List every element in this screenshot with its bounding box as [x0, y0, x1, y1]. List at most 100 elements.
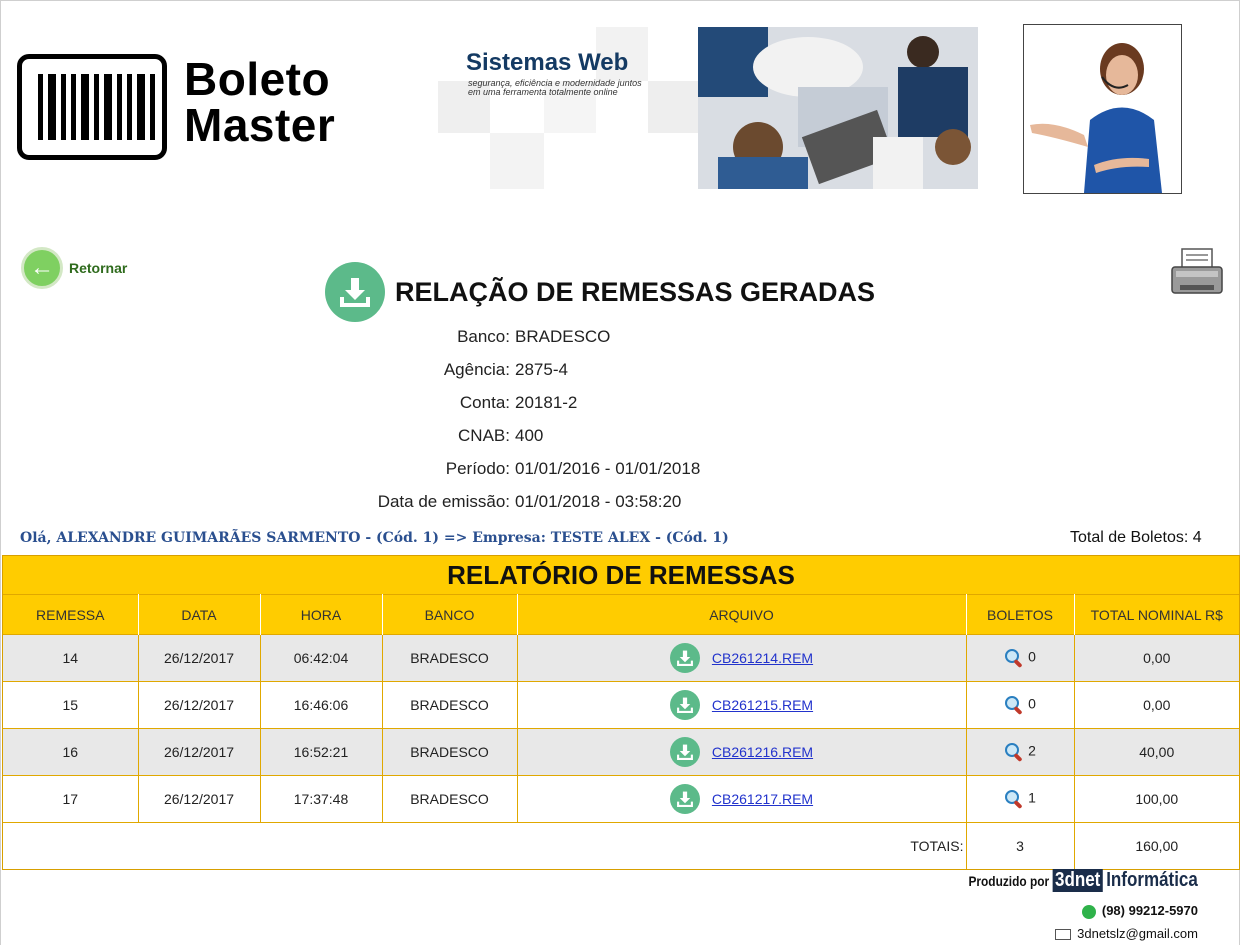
info-row: Conta: 20181-2	[0, 393, 1244, 426]
page-title: RELAÇÃO DE REMESSAS GERADAS	[395, 276, 876, 307]
boletos-count: 0	[1028, 648, 1036, 665]
download-icon[interactable]	[669, 737, 700, 767]
info-key: Período:	[445, 459, 510, 478]
cell-boletos: 0	[966, 634, 1075, 682]
produced-by: Produzido por 3dnet Informática	[969, 869, 1198, 892]
cell-remessa: 15	[3, 681, 139, 729]
banner-subtitle: segurança, eficiência e modernidade junt…	[468, 78, 642, 97]
user-greeting: Olá, ALEXANDRE GUIMARÃES SARMENTO - (Cód…	[20, 530, 729, 546]
envelope-icon	[1055, 929, 1072, 941]
back-label: Retornar	[69, 260, 128, 276]
email-address: 3dnetslz@gmail.com	[1077, 926, 1198, 941]
table-row: 17 26/12/2017 17:37:48 BRADESCO CB261217…	[3, 775, 1239, 823]
info-row: Data de emissão: 01/01/2018 - 03:58:20	[0, 492, 1244, 525]
cell-total: 0,00	[1074, 681, 1239, 729]
info-value: 400	[515, 426, 544, 445]
totals-row: TOTAIS: 3 160,00	[3, 822, 1239, 869]
col-boletos: BOLETOS	[966, 594, 1075, 635]
company-logo-rest: Informática	[1106, 869, 1198, 891]
cell-total: 40,00	[1074, 728, 1239, 776]
col-remessa: REMESSA	[3, 594, 139, 635]
col-hora: HORA	[260, 594, 383, 635]
file-link[interactable]: CB261217.REM	[712, 791, 813, 807]
cell-banco: BRADESCO	[382, 728, 518, 776]
file-link[interactable]: CB261216.REM	[712, 744, 813, 760]
cell-total: 0,00	[1074, 634, 1239, 682]
remessas-table: REMESSA DATA HORA BANCO ARQUIVO BOLETOS …	[3, 594, 1239, 869]
table-row: 15 26/12/2017 16:46:06 BRADESCO CB261215…	[3, 681, 1239, 729]
info-key: Banco:	[457, 327, 510, 346]
totals-label: TOTAIS:	[3, 822, 967, 869]
cell-boletos: 1	[966, 775, 1075, 823]
cell-data: 26/12/2017	[138, 775, 261, 823]
cell-hora: 17:37:48	[260, 775, 383, 823]
cell-arquivo: CB261214.REM	[517, 634, 967, 682]
cell-banco: BRADESCO	[382, 681, 518, 729]
download-icon[interactable]	[669, 643, 700, 673]
report-title: RELATÓRIO DE REMESSAS	[3, 556, 1239, 594]
info-row: Banco: BRADESCO	[0, 327, 1244, 360]
magnifier-icon[interactable]	[1004, 742, 1024, 762]
download-icon[interactable]	[669, 784, 700, 814]
cell-hora: 06:42:04	[260, 634, 383, 682]
info-key: Data de emissão:	[377, 492, 510, 511]
banner-title: Sistemas Web	[466, 49, 629, 76]
boleto-master-logo: Boleto Master	[17, 52, 357, 166]
boletos-count: 1	[1028, 789, 1036, 806]
magnifier-icon[interactable]	[1004, 789, 1024, 809]
col-banco: BANCO	[382, 594, 518, 635]
whatsapp-icon	[1081, 904, 1096, 919]
table-header-row: REMESSA DATA HORA BANCO ARQUIVO BOLETOS …	[3, 594, 1239, 635]
page-heading: RELAÇÃO DE REMESSAS GERADAS	[325, 262, 875, 322]
info-value: 20181-2	[515, 393, 578, 412]
info-value: 01/01/2018 - 03:58:20	[515, 492, 682, 511]
company-logo-box: 3dnet	[1052, 869, 1104, 892]
support-agent-photo	[1023, 24, 1182, 194]
logo-line1: Boleto	[184, 53, 331, 105]
contact-phone: (98) 99212-5970	[1081, 903, 1198, 919]
contact-email: 3dnetslz@gmail.com	[1055, 926, 1198, 941]
totals-boletos: 3	[966, 822, 1075, 869]
cell-data: 26/12/2017	[138, 681, 261, 729]
magnifier-icon[interactable]	[1004, 695, 1024, 715]
back-button[interactable]: ← Retornar	[21, 247, 127, 289]
cell-banco: BRADESCO	[382, 775, 518, 823]
table-row: 14 26/12/2017 06:42:04 BRADESCO CB261214…	[3, 634, 1239, 682]
phone-number: (98) 99212-5970	[1101, 903, 1198, 918]
info-row: CNAB: 400	[0, 426, 1244, 459]
sistemas-web-banner: Sistemas Web segurança, eficiência e mod…	[438, 27, 978, 189]
magnifier-icon[interactable]	[1004, 648, 1024, 668]
barcode-logo-icon	[17, 54, 167, 160]
cell-arquivo: CB261215.REM	[517, 681, 967, 729]
printer-icon[interactable]	[1170, 247, 1224, 297]
info-row: Agência: 2875-4	[0, 360, 1244, 393]
cell-banco: BRADESCO	[382, 634, 518, 682]
download-icon	[325, 262, 385, 322]
table-row: 16 26/12/2017 16:52:21 BRADESCO CB261216…	[3, 728, 1239, 776]
cell-arquivo: CB261217.REM	[517, 775, 967, 823]
cell-total: 100,00	[1074, 775, 1239, 823]
file-link[interactable]: CB261215.REM	[712, 697, 813, 713]
info-value: 2875-4	[515, 360, 568, 379]
cell-hora: 16:46:06	[260, 681, 383, 729]
file-link[interactable]: CB261214.REM	[712, 650, 813, 666]
info-key: Agência:	[443, 360, 510, 379]
cell-data: 26/12/2017	[138, 728, 261, 776]
back-arrow-icon: ←	[21, 247, 63, 289]
cell-remessa: 16	[3, 728, 139, 776]
remessas-report: RELATÓRIO DE REMESSAS REMESSA DATA HORA …	[2, 555, 1240, 870]
boletos-count: 2	[1028, 742, 1036, 759]
col-arquivo: ARQUIVO	[517, 594, 967, 635]
boletos-count: 0	[1028, 695, 1036, 712]
cell-arquivo: CB261216.REM	[517, 728, 967, 776]
info-key: Conta:	[459, 393, 510, 412]
download-icon[interactable]	[669, 690, 700, 720]
cell-hora: 16:52:21	[260, 728, 383, 776]
cell-remessa: 14	[3, 634, 139, 682]
cell-boletos: 0	[966, 681, 1075, 729]
totals-nominal: 160,00	[1074, 822, 1239, 869]
office-photo	[698, 27, 978, 189]
cell-remessa: 17	[3, 775, 139, 823]
col-data: DATA	[138, 594, 261, 635]
total-boletos: Total de Boletos: 4	[1070, 529, 1202, 546]
